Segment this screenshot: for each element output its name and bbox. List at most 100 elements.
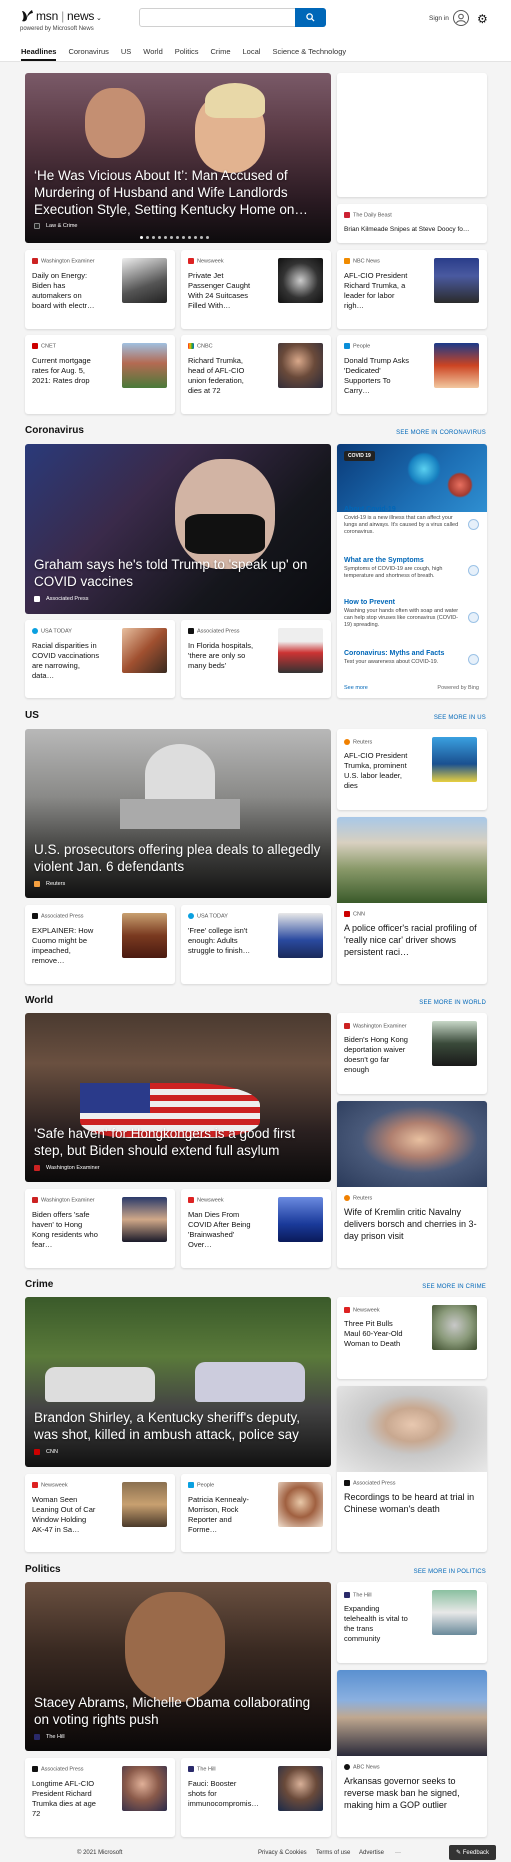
see-more-us[interactable]: SEE MORE IN US (434, 715, 486, 721)
footer-more-icon[interactable]: ··· (395, 1850, 401, 1856)
us-hero-card[interactable]: U.S. prosecutors offering plea deals to … (25, 729, 331, 898)
footer-privacy[interactable]: Privacy & Cookies (258, 1850, 307, 1856)
news-card[interactable]: People Patricia Kennealy-Morrison, Rock … (181, 1474, 331, 1552)
see-more-crime[interactable]: SEE MORE IN CRIME (422, 1284, 486, 1290)
headline[interactable]: Richard Trumka, head of AFL-CIO union fe… (188, 356, 256, 396)
news-card-tall[interactable]: ABC News Arkansas governor seeks to reve… (337, 1670, 487, 1837)
nav-science-technology[interactable]: Science & Technology (272, 47, 346, 61)
headline[interactable]: AFL-CIO President Trumka, prominent U.S.… (344, 751, 408, 791)
covid-item-symptoms[interactable]: What are the Symptoms Symptoms of COVID-1… (344, 557, 465, 580)
covid-item-prevent[interactable]: How to Prevent Washing your hands often w… (344, 599, 465, 629)
headline[interactable]: Expanding telehealth is vital to the tra… (344, 1604, 408, 1644)
headline[interactable]: Fauci: Booster shots for immunocompromis… (188, 1779, 259, 1809)
nav-crime[interactable]: Crime (211, 47, 231, 61)
nav-politics[interactable]: Politics (175, 47, 199, 61)
section-title-coronavirus[interactable]: Coronavirus (25, 425, 84, 436)
news-card[interactable]: CNET Current mortgage rates for Aug. 5, … (25, 335, 175, 414)
headline[interactable]: Wife of Kremlin critic Navalny delivers … (344, 1206, 478, 1242)
brand-news[interactable]: news (67, 9, 94, 23)
headline[interactable]: Racial disparities in COVID vaccinations… (32, 641, 100, 681)
news-card[interactable]: Associated Press In Florida hospitals, '… (181, 620, 331, 698)
covid-item-myths[interactable]: Coronavirus: Myths and Facts Test your aw… (344, 650, 465, 666)
footer-advertise[interactable]: Advertise (359, 1850, 384, 1856)
signin-link[interactable]: Sign in (429, 15, 449, 22)
headline[interactable]: 'Free' college isn't enough: Adults stru… (188, 926, 256, 956)
nav-us[interactable]: US (121, 47, 131, 61)
section-title-us[interactable]: US (25, 710, 39, 721)
coronavirus-hero-card[interactable]: Graham says he's told Trump to 'speak up… (25, 444, 331, 614)
headline[interactable]: A police officer's racial profiling of '… (344, 922, 478, 958)
header: msn | news ⌄ powered by Microsoft News Sig… (0, 0, 511, 62)
headline[interactable]: In Florida hospitals, 'there are only so… (188, 641, 256, 671)
news-card[interactable]: CNBC Richard Trumka, head of AFL-CIO uni… (181, 335, 331, 414)
news-card[interactable]: Associated Press Longtime AFL-CIO Presid… (25, 1758, 175, 1837)
news-card[interactable]: USA TODAY 'Free' college isn't enough: A… (181, 905, 331, 984)
headline[interactable]: Donald Trump Asks 'Dedicated' Supporters… (344, 356, 412, 396)
see-more-world[interactable]: SEE MORE IN WORLD (419, 1000, 486, 1006)
covid-see-more[interactable]: See more (344, 685, 368, 691)
news-card[interactable]: NBC News AFL-CIO President Richard Trumk… (337, 250, 487, 329)
headline[interactable]: Biden's Hong Kong deportation waiver doe… (344, 1035, 408, 1075)
feedback-button[interactable]: ✎ Feedback (449, 1845, 497, 1860)
headline[interactable]: Private Jet Passenger Caught With 24 Sui… (188, 271, 256, 311)
news-card[interactable]: Washington Examiner Biden's Hong Kong de… (337, 1013, 487, 1094)
section-title-world[interactable]: World (25, 995, 53, 1006)
news-card[interactable]: Associated Press EXPLAINER: How Cuomo mi… (25, 905, 175, 984)
search-button[interactable] (295, 8, 326, 27)
headline[interactable]: EXPLAINER: How Cuomo might be impeached,… (32, 926, 100, 966)
avatar-icon[interactable] (453, 10, 469, 26)
headline[interactable]: Daily on Energy: Biden has automakers on… (32, 271, 100, 311)
hero-title[interactable]: 'Safe haven' for Hongkongers is a good f… (34, 1125, 322, 1159)
politics-hero-card[interactable]: Stacey Abrams, Michelle Obama collaborat… (25, 1582, 331, 1751)
crime-hero-card[interactable]: Brandon Shirley, a Kentucky sheriff's de… (25, 1297, 331, 1467)
see-more-coronavirus[interactable]: SEE MORE IN CORONAVIRUS (396, 430, 486, 436)
msn-logo[interactable]: msn | news ⌄ (20, 9, 102, 23)
news-card[interactable]: Reuters AFL-CIO President Trumka, promin… (337, 729, 487, 810)
hero-title[interactable]: ‘He Was Vicious About It’: Man Accused o… (34, 167, 322, 218)
headline[interactable]: Three Pit Bulls Maul 60-Year-Old Woman t… (344, 1319, 408, 1349)
news-card[interactable]: Newsweek Three Pit Bulls Maul 60-Year-Ol… (337, 1297, 487, 1379)
headline[interactable]: Brian Kilmeade Snipes at Steve Doocy fo… (344, 226, 469, 233)
hero-title[interactable]: Stacey Abrams, Michelle Obama collaborat… (34, 1694, 322, 1728)
carousel-dots[interactable] (140, 236, 209, 239)
gear-icon[interactable]: ⚙ (477, 12, 488, 26)
news-card[interactable]: The Hill Fauci: Booster shots for immuno… (181, 1758, 331, 1837)
news-card[interactable]: Washington Examiner Daily on Energy: Bid… (25, 250, 175, 329)
section-title-politics[interactable]: Politics (25, 1564, 61, 1575)
hero-title[interactable]: U.S. prosecutors offering plea deals to … (34, 841, 322, 875)
headline[interactable]: Biden offers 'safe haven' to Hong Kong r… (32, 1210, 100, 1250)
headline[interactable]: Woman Seen Leaning Out of Car Window Hol… (32, 1495, 100, 1535)
nav-headlines[interactable]: Headlines (21, 47, 57, 61)
hero-title[interactable]: Brandon Shirley, a Kentucky sheriff's de… (34, 1409, 322, 1443)
see-more-politics[interactable]: SEE MORE IN POLITICS (414, 1569, 486, 1575)
news-card-tall[interactable]: Associated Press Recordings to be heard … (337, 1386, 487, 1552)
top-right-small-card[interactable]: The Daily Beast Brian Kilmeade Snipes at… (337, 204, 487, 243)
news-card-tall[interactable]: CNN A police officer's racial profiling … (337, 817, 487, 984)
headline[interactable]: Patricia Kennealy-Morrison, Rock Reporte… (188, 1495, 256, 1535)
nav-coronavirus[interactable]: Coronavirus (68, 47, 108, 61)
headline[interactable]: Recordings to be heard at trial in Chine… (344, 1491, 478, 1515)
nav-bar: Headlines Coronavirus US World Politics … (21, 47, 358, 61)
headline[interactable]: Current mortgage rates for Aug. 5, 2021:… (32, 356, 100, 386)
headline[interactable]: AFL-CIO President Richard Trumka, a lead… (344, 271, 412, 311)
nav-world[interactable]: World (143, 47, 162, 61)
hero-title[interactable]: Graham says he's told Trump to 'speak up… (34, 556, 322, 590)
news-card[interactable]: Newsweek Man Dies From COVID After Being… (181, 1189, 331, 1268)
news-card[interactable]: The Hill Expanding telehealth is vital t… (337, 1582, 487, 1663)
headline[interactable]: Arkansas governor seeks to reverse mask … (344, 1775, 478, 1811)
nav-local[interactable]: Local (243, 47, 261, 61)
world-hero-card[interactable]: 'Safe haven' for Hongkongers is a good f… (25, 1013, 331, 1182)
news-card[interactable]: USA TODAY Racial disparities in COVID va… (25, 620, 175, 698)
top-hero-card[interactable]: ‘He Was Vicious About It’: Man Accused o… (25, 73, 331, 243)
top-ad-card[interactable] (337, 73, 487, 197)
news-card-tall[interactable]: Reuters Wife of Kremlin critic Navalny d… (337, 1101, 487, 1268)
news-card[interactable]: Newsweek Woman Seen Leaning Out of Car W… (25, 1474, 175, 1552)
headline[interactable]: Longtime AFL-CIO President Richard Trumk… (32, 1779, 100, 1819)
news-card[interactable]: Washington Examiner Biden offers 'safe h… (25, 1189, 175, 1268)
news-card[interactable]: Newsweek Private Jet Passenger Caught Wi… (181, 250, 331, 329)
covid-item-about[interactable]: About Covid-19 Covid-19 is a new illness … (344, 506, 465, 536)
section-title-crime[interactable]: Crime (25, 1279, 53, 1290)
footer-terms[interactable]: Terms of use (316, 1850, 350, 1856)
news-card[interactable]: People Donald Trump Asks 'Dedicated' Sup… (337, 335, 487, 414)
headline[interactable]: Man Dies From COVID After Being 'Brainwa… (188, 1210, 256, 1250)
